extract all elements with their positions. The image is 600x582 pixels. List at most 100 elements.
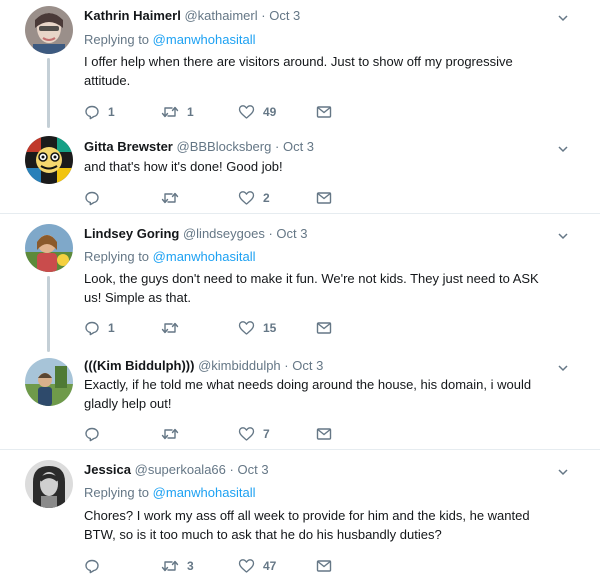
reply-button[interactable] xyxy=(84,189,108,207)
display-name[interactable]: (((Kim Biddulph))) xyxy=(84,358,194,373)
replying-to-user-link[interactable]: @manwhohasitall xyxy=(153,485,256,500)
tweet-text: Look, the guys don't need to make it fun… xyxy=(84,271,539,305)
like-icon xyxy=(238,427,255,441)
tweet-actions: 1 15 xyxy=(84,319,384,337)
dot-separator: · xyxy=(261,8,266,23)
reply-button[interactable] xyxy=(84,425,108,443)
tweet-text: Chores? I work my ass off all week to pr… xyxy=(84,508,530,542)
like-button[interactable]: 7 xyxy=(238,425,270,443)
retweet-button[interactable] xyxy=(161,425,187,443)
direct-message-icon xyxy=(316,322,332,334)
reply-count: 1 xyxy=(108,105,115,119)
avatar[interactable] xyxy=(25,460,73,508)
tweet[interactable]: Jessica @superkoala66 · Oct 3 Replying t… xyxy=(0,450,600,582)
avatar[interactable] xyxy=(25,136,73,184)
like-icon xyxy=(238,105,255,119)
timestamp[interactable]: Oct 3 xyxy=(276,226,307,241)
tweet-header: Jessica @superkoala66 · Oct 3 xyxy=(84,462,269,478)
direct-message-icon xyxy=(316,106,332,118)
direct-message-icon xyxy=(316,560,332,572)
tweet-actions: 7 xyxy=(84,425,384,443)
tweet[interactable]: Kathrin Haimerl @kathaimerl · Oct 3 Repl… xyxy=(0,0,600,128)
replying-to-label: Replying to xyxy=(84,32,150,47)
chevron-down-icon[interactable] xyxy=(557,12,569,24)
direct-message-icon xyxy=(316,428,332,440)
like-button[interactable]: 2 xyxy=(238,189,270,207)
direct-message-button[interactable] xyxy=(316,103,332,121)
direct-message-button[interactable] xyxy=(316,425,332,443)
retweet-button[interactable] xyxy=(161,319,187,337)
replying-to-user-link[interactable]: @manwhohasitall xyxy=(153,249,256,264)
direct-message-icon xyxy=(316,192,332,204)
display-name[interactable]: Lindsey Goring xyxy=(84,226,179,241)
reply-icon xyxy=(85,105,99,120)
retweet-button[interactable]: 1 xyxy=(161,103,194,121)
timestamp[interactable]: Oct 3 xyxy=(237,462,268,477)
reply-button[interactable]: 1 xyxy=(84,319,115,337)
like-button[interactable]: 47 xyxy=(238,557,276,575)
reply-icon xyxy=(85,559,99,574)
reply-button[interactable]: 1 xyxy=(84,103,115,121)
tweet[interactable]: Gitta Brewster @BBBlocksberg · Oct 3 and… xyxy=(0,126,600,213)
tweet-header: Lindsey Goring @lindseygoes · Oct 3 xyxy=(84,226,308,242)
chevron-down-icon[interactable] xyxy=(557,466,569,478)
direct-message-button[interactable] xyxy=(316,319,332,337)
replying-to-user-link[interactable]: @manwhohasitall xyxy=(153,32,256,47)
dot-separator: · xyxy=(229,462,234,477)
handle[interactable]: @superkoala66 xyxy=(135,462,226,477)
tweet-text: Exactly, if he told me what needs doing … xyxy=(84,377,532,411)
retweet-icon xyxy=(161,192,179,204)
display-name[interactable]: Kathrin Haimerl xyxy=(84,8,181,23)
retweet-icon xyxy=(161,428,179,440)
like-button[interactable]: 15 xyxy=(238,319,276,337)
timestamp[interactable]: Oct 3 xyxy=(283,139,314,154)
handle[interactable]: @BBBlocksberg xyxy=(177,139,272,154)
replying-to: Replying to @manwhohasitall xyxy=(84,32,255,48)
timestamp[interactable]: Oct 3 xyxy=(269,8,300,23)
tweet-text: I offer help when there are visitors aro… xyxy=(84,54,513,88)
tweet-header: (((Kim Biddulph))) @kimbiddulph · Oct 3 xyxy=(84,358,323,374)
like-icon xyxy=(238,559,255,573)
chevron-down-icon[interactable] xyxy=(557,143,569,155)
direct-message-button[interactable] xyxy=(316,189,332,207)
replying-to-label: Replying to xyxy=(84,485,150,500)
retweet-icon xyxy=(161,560,179,572)
reply-icon xyxy=(85,191,99,206)
tweet-header: Kathrin Haimerl @kathaimerl · Oct 3 xyxy=(84,8,300,24)
retweet-count: 3 xyxy=(187,559,194,573)
replying-to: Replying to @manwhohasitall xyxy=(84,485,255,501)
dot-separator: · xyxy=(274,139,280,154)
retweet-button[interactable] xyxy=(161,189,187,207)
handle[interactable]: @kimbiddulph xyxy=(198,358,281,373)
replying-to: Replying to @manwhohasitall xyxy=(84,249,255,265)
retweet-count: 1 xyxy=(187,105,194,119)
handle[interactable]: @lindseygoes xyxy=(183,226,265,241)
tweet[interactable]: Lindsey Goring @lindseygoes · Oct 3 Repl… xyxy=(0,214,600,352)
tweet[interactable]: (((Kim Biddulph))) @kimbiddulph · Oct 3 … xyxy=(0,350,600,448)
chevron-down-icon[interactable] xyxy=(557,362,569,374)
direct-message-button[interactable] xyxy=(316,557,332,575)
display-name[interactable]: Gitta Brewster xyxy=(84,139,173,154)
like-count: 15 xyxy=(263,321,277,335)
avatar[interactable] xyxy=(25,358,73,406)
retweet-icon xyxy=(161,106,179,118)
like-count: 49 xyxy=(263,105,277,119)
tweet-actions: 3 47 xyxy=(84,557,384,575)
reply-icon xyxy=(85,427,99,442)
reply-button[interactable] xyxy=(84,557,108,575)
retweet-button[interactable]: 3 xyxy=(161,557,194,575)
avatar[interactable] xyxy=(25,224,73,272)
display-name[interactable]: Jessica xyxy=(84,462,131,477)
like-count: 7 xyxy=(263,427,270,441)
tweet-text: and that's how it's done! Good job! xyxy=(84,159,283,174)
chevron-down-icon[interactable] xyxy=(557,230,569,242)
retweet-icon xyxy=(161,322,179,334)
handle[interactable]: @kathaimerl xyxy=(184,8,257,23)
avatar[interactable] xyxy=(25,6,73,54)
tweet-actions: 1 1 49 xyxy=(84,103,384,121)
tweet-header: Gitta Brewster @BBBlocksberg · Oct 3 xyxy=(84,139,314,155)
like-button[interactable]: 49 xyxy=(238,103,276,121)
like-count: 47 xyxy=(263,559,277,573)
like-count: 2 xyxy=(263,191,270,205)
timestamp[interactable]: Oct 3 xyxy=(292,358,323,373)
